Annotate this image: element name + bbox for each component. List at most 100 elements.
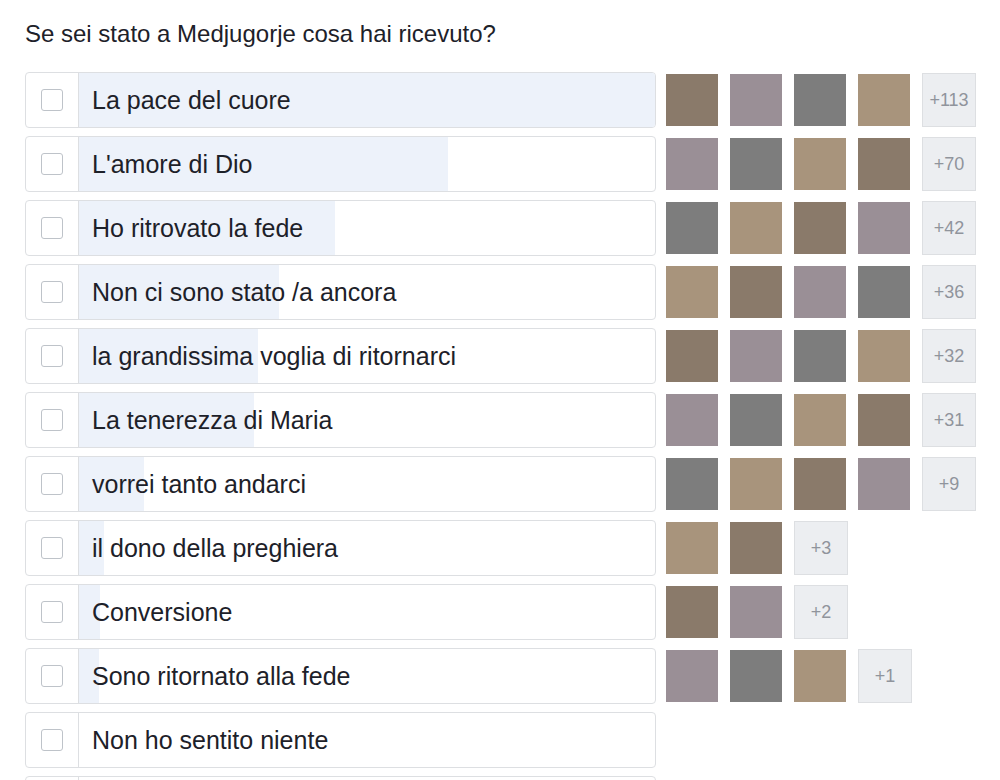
poll-page: Se sei stato a Medjugorje cosa hai ricev… [0,0,1000,780]
checkbox-cell [26,201,79,255]
voter-avatar[interactable] [666,394,718,446]
checkbox[interactable] [41,537,63,559]
voter-avatar[interactable] [666,138,718,190]
voter-avatar[interactable] [666,650,718,702]
poll-row: La pace del cuore +113 [25,72,1000,128]
checkbox[interactable] [41,345,63,367]
poll-option[interactable]: Non ci sono stato /a ancora [25,264,656,320]
voter-avatar[interactable] [730,74,782,126]
poll-row: Non ho sentito niente [25,712,1000,768]
poll-option[interactable]: vorrei tanto andarci [25,456,656,512]
more-voters[interactable]: +9 [922,457,976,511]
more-voters[interactable]: +1 [858,649,912,703]
poll-row: La tenerezza di Maria +31 [25,392,1000,448]
option-bar: Ho ritrovato la fede [79,201,655,255]
voter-avatar[interactable] [794,650,846,702]
option-label: la grandissima voglia di ritornarci [79,341,456,371]
option-bar: La pace del cuore [79,73,655,127]
poll-row: Non ci sono stato /a ancora +36 [25,264,1000,320]
option-label: La tenerezza di Maria [79,405,332,435]
voter-avatar[interactable] [858,202,910,254]
option-bar [79,777,655,780]
option-bar: Sono ritornato alla fede [79,649,655,703]
checkbox[interactable] [41,153,63,175]
voter-avatar[interactable] [794,266,846,318]
checkbox[interactable] [41,473,63,495]
more-voters[interactable]: +32 [922,329,976,383]
more-voters[interactable]: +42 [922,201,976,255]
more-voters[interactable]: +2 [794,585,848,639]
voter-avatar[interactable] [858,266,910,318]
voter-avatar[interactable] [730,394,782,446]
checkbox-cell [26,265,79,319]
voter-avatars: +9 [666,457,976,511]
checkbox[interactable] [41,281,63,303]
checkbox-cell [26,393,79,447]
more-voters[interactable]: +70 [922,137,976,191]
voter-avatar[interactable] [730,458,782,510]
voter-avatar[interactable] [730,522,782,574]
option-label: L'amore di Dio [79,149,252,179]
poll-option[interactable]: Conversione [25,584,656,640]
more-voters[interactable]: +113 [922,73,976,127]
voter-avatar[interactable] [858,458,910,510]
voter-avatar[interactable] [730,330,782,382]
poll-option[interactable]: Sono ritornato alla fede [25,648,656,704]
option-bar: il dono della preghiera [79,521,655,575]
voter-avatar[interactable] [666,458,718,510]
voter-avatar[interactable] [666,586,718,638]
poll-option[interactable]: L'amore di Dio [25,136,656,192]
more-voters[interactable]: +3 [794,521,848,575]
poll-option[interactable]: La tenerezza di Maria [25,392,656,448]
poll-option[interactable]: Non ho sentito niente [25,712,656,768]
voter-avatar[interactable] [666,266,718,318]
voter-avatar[interactable] [858,330,910,382]
voter-avatar[interactable] [794,138,846,190]
voter-avatar[interactable] [794,330,846,382]
voter-avatar[interactable] [730,266,782,318]
voter-avatar[interactable] [794,74,846,126]
voter-avatar[interactable] [794,202,846,254]
voter-avatar[interactable] [858,138,910,190]
voter-avatar[interactable] [730,650,782,702]
checkbox[interactable] [41,409,63,431]
poll-row: il dono della preghiera +3 [25,520,1000,576]
voter-avatar[interactable] [858,74,910,126]
option-bar: La tenerezza di Maria [79,393,655,447]
poll-option[interactable]: la grandissima voglia di ritornarci [25,328,656,384]
checkbox[interactable] [41,601,63,623]
more-voters[interactable]: +36 [922,265,976,319]
poll-row: vorrei tanto andarci +9 [25,456,1000,512]
option-bar: Non ho sentito niente [79,713,655,767]
poll-option[interactable]: Ho ritrovato la fede [25,200,656,256]
checkbox-cell [26,457,79,511]
voter-avatar[interactable] [730,138,782,190]
checkbox[interactable] [41,729,63,751]
more-voters[interactable]: +31 [922,393,976,447]
checkbox[interactable] [41,217,63,239]
poll-option[interactable]: La pace del cuore [25,72,656,128]
checkbox-cell [26,137,79,191]
option-label: il dono della preghiera [79,533,338,563]
voter-avatar[interactable] [666,202,718,254]
voter-avatar[interactable] [666,330,718,382]
voter-avatar[interactable] [730,202,782,254]
voter-avatars: +31 [666,393,976,447]
poll-question: Se sei stato a Medjugorje cosa hai ricev… [25,16,1000,52]
option-bar: Conversione [79,585,655,639]
option-bar: la grandissima voglia di ritornarci [79,329,655,383]
checkbox-cell [26,521,79,575]
voter-avatar[interactable] [858,394,910,446]
checkbox-cell [26,73,79,127]
option-bar: vorrei tanto andarci [79,457,655,511]
voter-avatar[interactable] [794,394,846,446]
voter-avatar[interactable] [666,74,718,126]
voter-avatar[interactable] [730,586,782,638]
voter-avatar[interactable] [794,458,846,510]
poll-option[interactable] [25,776,656,780]
checkbox[interactable] [41,665,63,687]
voter-avatar[interactable] [666,522,718,574]
poll-option[interactable]: il dono della preghiera [25,520,656,576]
voter-avatars: +3 [666,521,848,575]
checkbox[interactable] [41,89,63,111]
